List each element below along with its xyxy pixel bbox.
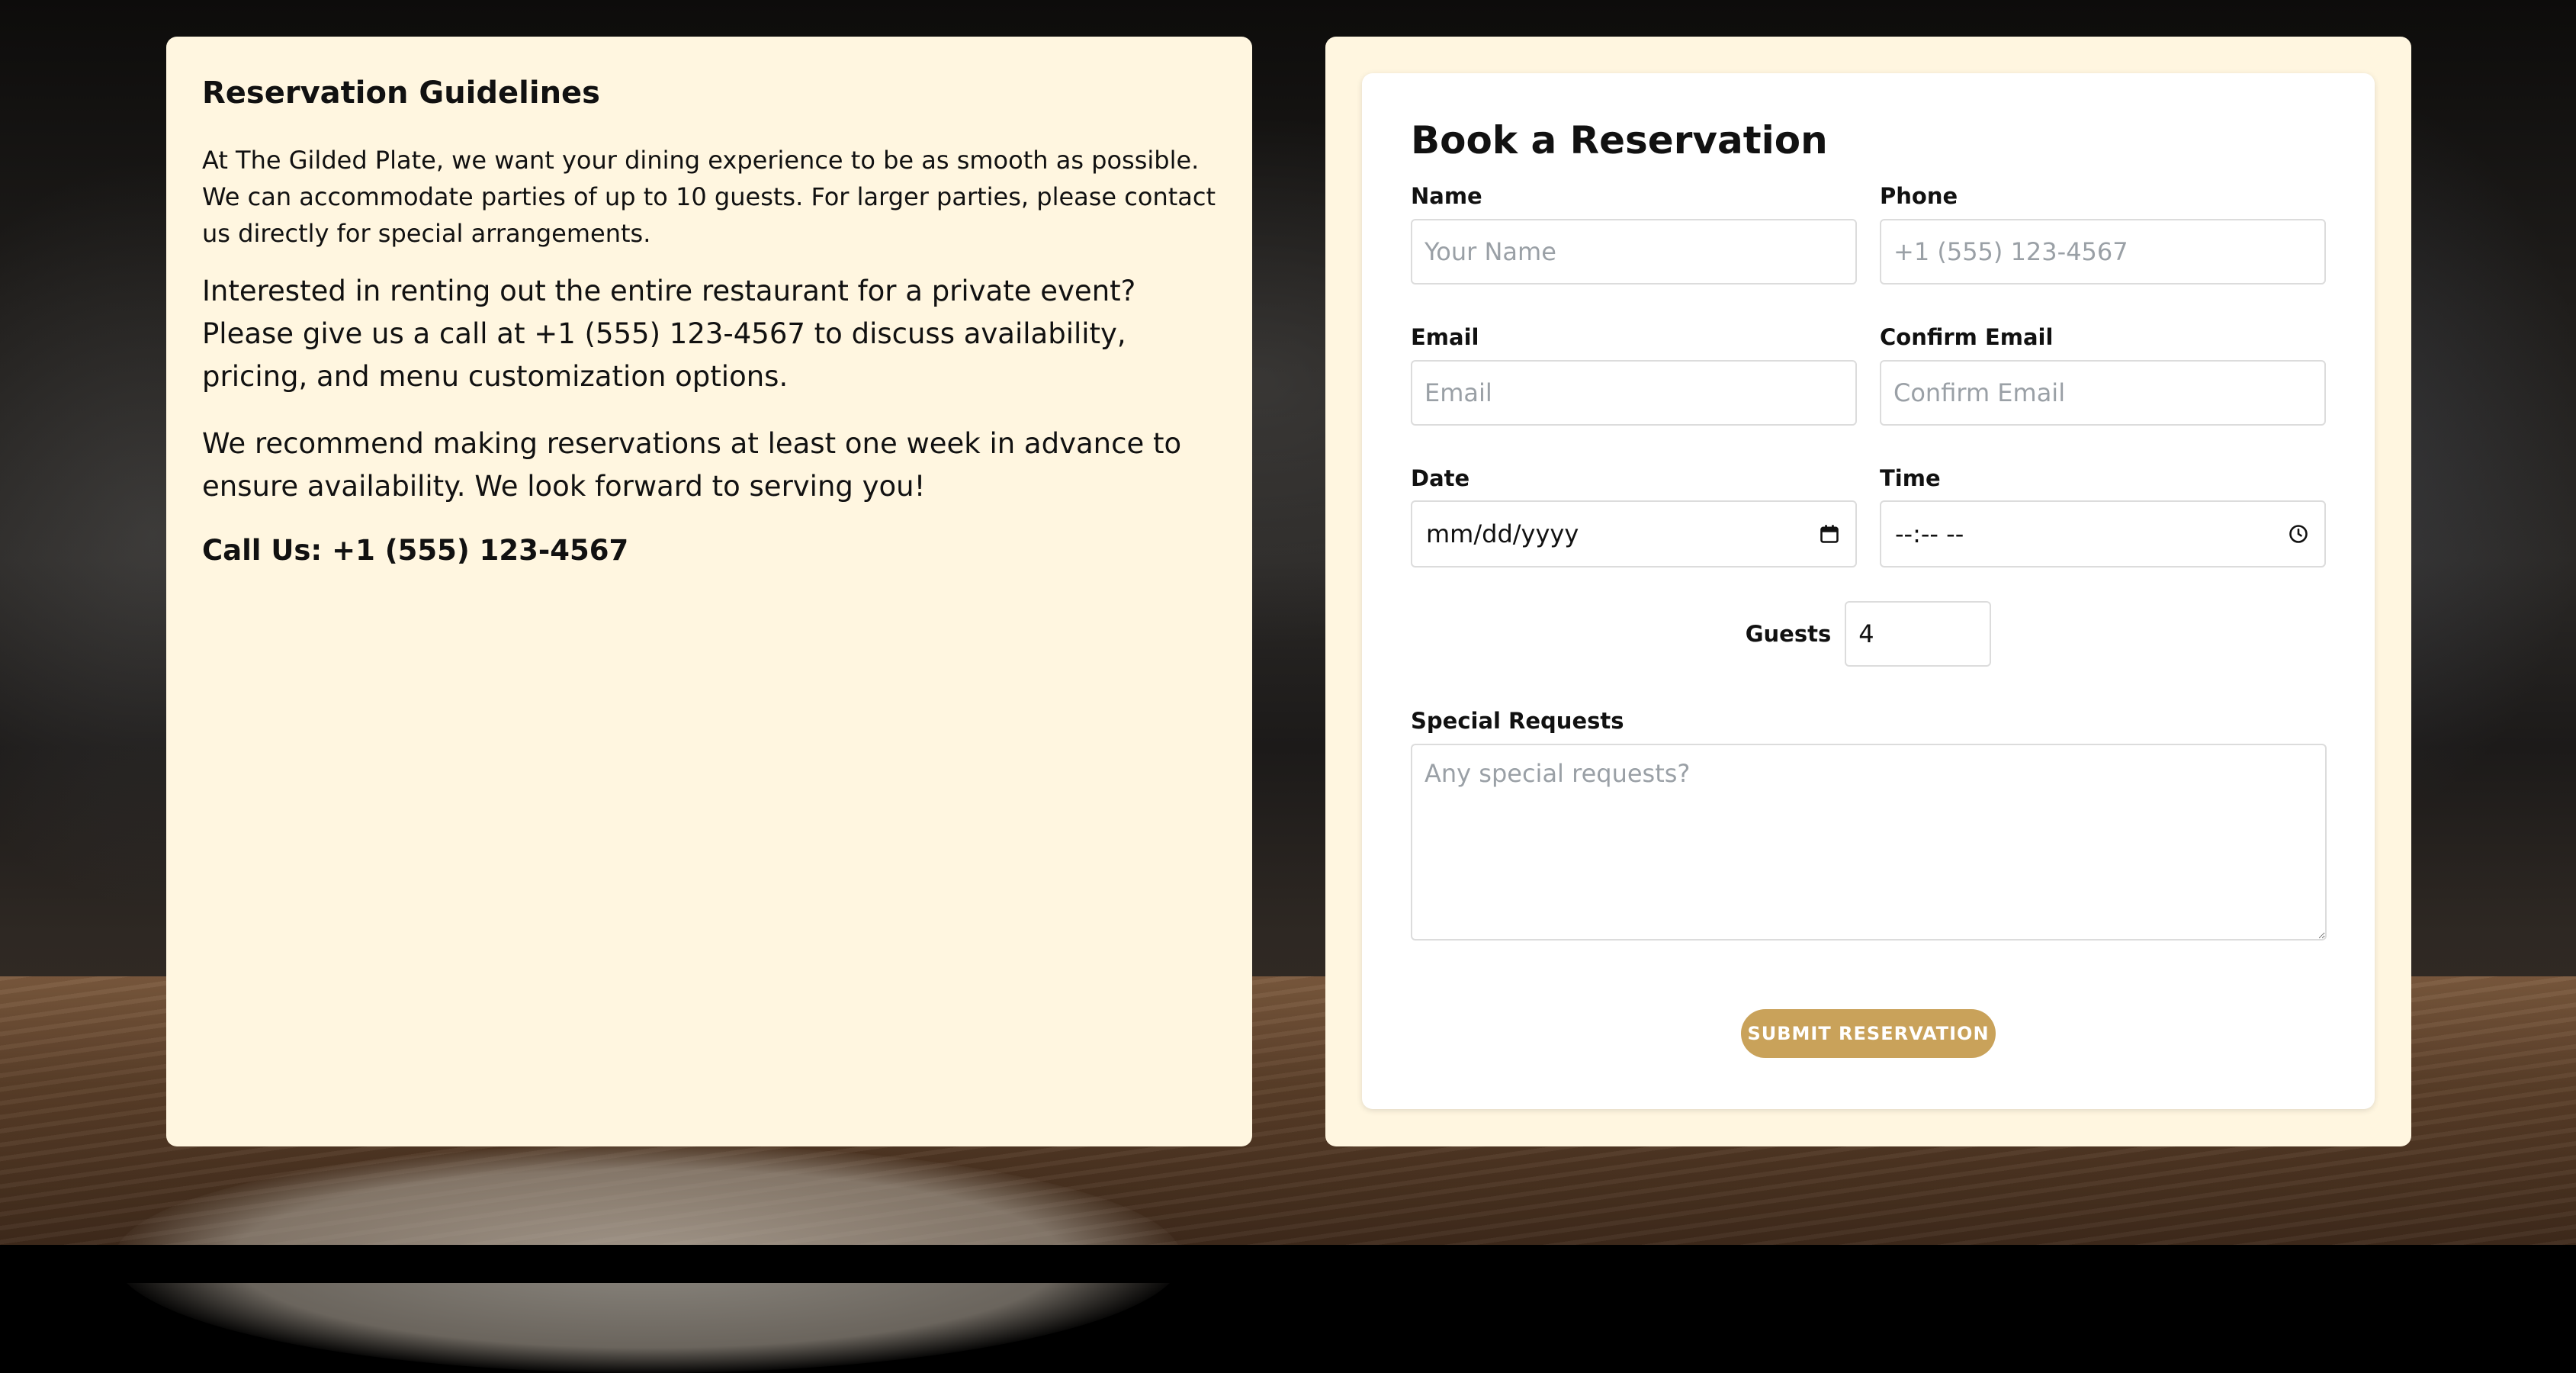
email-input[interactable] xyxy=(1411,359,1857,426)
guidelines-paragraph-1: At The Gilded Plate, we want your dining… xyxy=(202,146,1216,248)
guests-row: Guests 4 xyxy=(1411,601,2326,667)
guests-input[interactable]: 4 xyxy=(1845,601,1992,667)
guidelines-paragraph-2: Interested in renting out the entire res… xyxy=(202,275,1136,393)
date-time-row: Date mm/dd/yyyy Time --:-- -- xyxy=(1411,465,2326,568)
bottom-bar xyxy=(0,1245,2576,1283)
date-field-group: Date mm/dd/yyyy xyxy=(1411,465,1857,568)
name-label: Name xyxy=(1411,183,1482,209)
confirm-email-label: Confirm Email xyxy=(1880,323,2054,350)
date-input[interactable]: mm/dd/yyyy xyxy=(1411,500,1857,568)
confirm-email-field-group: Confirm Email xyxy=(1880,324,2326,426)
time-input[interactable]: --:-- -- xyxy=(1880,500,2326,568)
phone-input[interactable] xyxy=(1880,218,2326,285)
calendar-icon[interactable] xyxy=(1817,522,1842,546)
time-label: Time xyxy=(1880,465,1941,491)
call-us-text: Call Us: +1 (555) 123-4567 xyxy=(202,534,629,567)
date-label: Date xyxy=(1411,465,1470,491)
special-requests-textarea[interactable] xyxy=(1411,744,2327,941)
name-input[interactable] xyxy=(1411,218,1857,285)
date-display: mm/dd/yyyy xyxy=(1426,519,1579,549)
reservation-form: Book a Reservation Name Phone Email Conf… xyxy=(1362,73,2375,1109)
form-title: Book a Reservation xyxy=(1411,118,1828,162)
name-phone-row: Name Phone xyxy=(1411,183,2326,285)
submit-wrap: SUBMIT RESERVATION xyxy=(1411,1009,2326,1059)
confirm-email-input[interactable] xyxy=(1880,359,2326,426)
clock-icon[interactable] xyxy=(2286,522,2311,546)
submit-reservation-button[interactable]: SUBMIT RESERVATION xyxy=(1741,1009,1996,1059)
name-field-group: Name xyxy=(1411,183,1857,285)
email-field-group: Email xyxy=(1411,324,1857,426)
email-row: Email Confirm Email xyxy=(1411,324,2326,426)
guests-label: Guests xyxy=(1745,621,1832,648)
guidelines-paragraph-3: We recommend making reservations at leas… xyxy=(202,427,1182,503)
special-requests-label: Special Requests xyxy=(1411,708,1624,735)
phone-label: Phone xyxy=(1880,183,1958,209)
time-display: --:-- -- xyxy=(1895,519,1964,549)
phone-field-group: Phone xyxy=(1880,183,2326,285)
guidelines-title: Reservation Guidelines xyxy=(202,76,600,111)
email-label: Email xyxy=(1411,323,1479,350)
reservation-panel: Book a Reservation Name Phone Email Conf… xyxy=(1325,37,2411,1146)
time-field-group: Time --:-- -- xyxy=(1880,465,2326,568)
special-requests-group: Special Requests xyxy=(1411,708,2327,941)
guidelines-panel: Reservation Guidelines At The Gilded Pla… xyxy=(166,37,1252,1146)
